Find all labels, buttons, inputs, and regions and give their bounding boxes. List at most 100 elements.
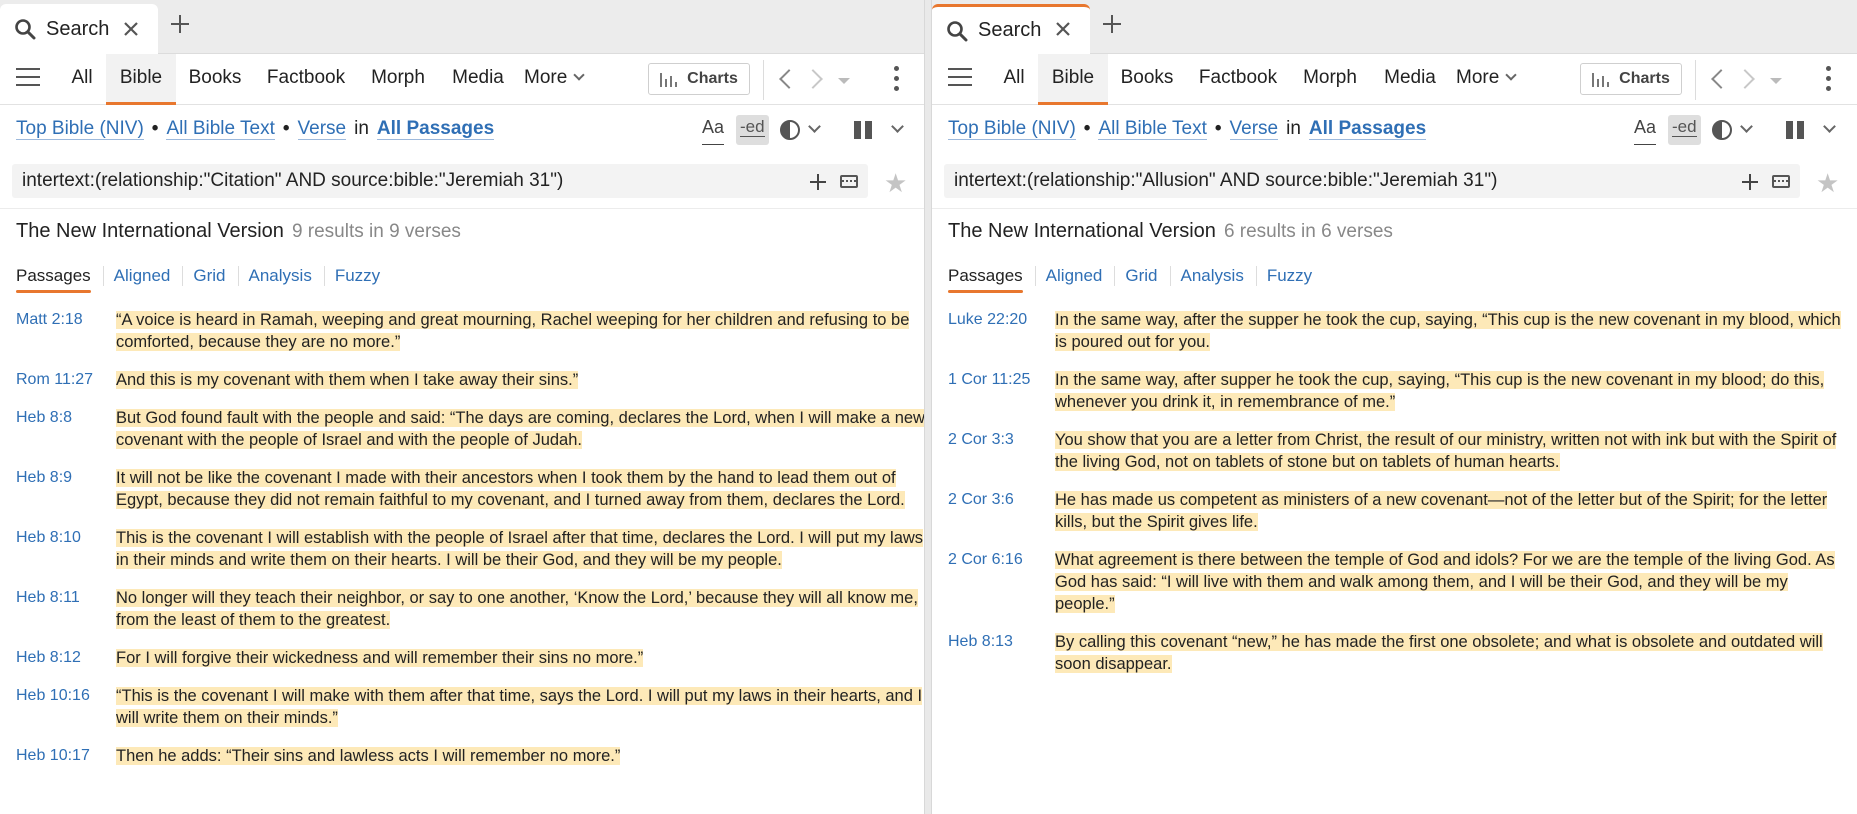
nav-more[interactable]: More [524, 54, 594, 105]
tab-passages[interactable]: Passages [16, 266, 104, 293]
nav-books[interactable]: Books [182, 54, 248, 105]
view-tabs: Passages Aligned Grid Analysis Fuzzy [16, 266, 402, 293]
range-link[interactable]: All Bible Text [166, 118, 275, 140]
nav-factbook[interactable]: Factbook [1194, 54, 1282, 105]
back-arrow-icon[interactable] [1711, 69, 1731, 89]
chevron-down-icon[interactable] [808, 120, 821, 133]
parallel-panes-icon[interactable] [1786, 121, 1804, 139]
passages-link[interactable]: All Passages [376, 118, 495, 140]
search-input[interactable]: intertext:(relationship:"Citation" AND s… [22, 170, 563, 192]
inflections-ed-button[interactable]: -ed [736, 115, 769, 145]
charts-button[interactable]: Charts [1580, 63, 1682, 95]
nav-books[interactable]: Books [1114, 54, 1180, 105]
new-tab-plus-icon[interactable] [170, 14, 198, 42]
in-label: in [1286, 118, 1301, 139]
nav-morph[interactable]: Morph [1296, 54, 1364, 105]
unit-link[interactable]: Verse [297, 118, 347, 140]
verse-ref-link[interactable]: 2 Cor 3:3 [948, 429, 1055, 473]
parallel-panes-icon[interactable] [854, 121, 872, 139]
verse-ref-link[interactable]: Heb 10:17 [16, 745, 116, 767]
results-list: Luke 22:20 In the same way, after the sup… [948, 309, 1845, 691]
charts-button[interactable]: Charts [648, 63, 750, 95]
nav-morph[interactable]: Morph [364, 54, 432, 105]
verse-ref-link[interactable]: Heb 8:8 [16, 407, 116, 451]
nav-more[interactable]: More [1456, 54, 1526, 105]
font-size-aa-button[interactable]: Aa [1634, 115, 1657, 145]
hamburger-icon[interactable] [948, 68, 972, 88]
tab-fuzzy[interactable]: Fuzzy [1267, 266, 1324, 286]
tab-analysis[interactable]: Analysis [1181, 266, 1257, 286]
star-icon[interactable]: ★ [1816, 168, 1839, 199]
close-icon[interactable] [1050, 16, 1076, 42]
tab-aligned[interactable]: Aligned [1046, 266, 1116, 286]
verse-text-content: This is the covenant I will establish wi… [116, 529, 924, 569]
kebab-menu-icon[interactable] [1826, 66, 1832, 92]
keyboard-icon[interactable] [840, 175, 858, 188]
nav-media[interactable]: Media [446, 54, 510, 105]
new-tab-plus-icon[interactable] [1102, 14, 1130, 42]
back-arrow-icon[interactable] [779, 69, 799, 89]
close-icon[interactable] [118, 16, 144, 42]
plus-icon[interactable] [1742, 174, 1758, 190]
star-icon[interactable]: ★ [884, 168, 907, 199]
inflections-ed-button[interactable]: -ed [1668, 115, 1701, 145]
kebab-menu-icon[interactable] [894, 66, 900, 92]
hamburger-icon[interactable] [16, 68, 40, 88]
verse-ref-link[interactable]: Heb 8:13 [948, 631, 1055, 675]
plus-icon[interactable] [810, 174, 826, 190]
search-input-box[interactable]: intertext:(relationship:"Allusion" AND s… [944, 164, 1800, 198]
chevron-down-icon[interactable] [1823, 120, 1836, 133]
chevron-down-icon[interactable] [1740, 120, 1753, 133]
keyboard-icon[interactable] [1772, 175, 1790, 188]
verse-ref-link[interactable]: 2 Cor 3:6 [948, 489, 1055, 533]
tab-search[interactable]: Search [932, 4, 1090, 54]
divider [0, 208, 924, 209]
resource-link[interactable]: Top Bible (NIV) [16, 118, 144, 140]
passages-link[interactable]: All Passages [1308, 118, 1427, 140]
chevron-down-icon[interactable] [891, 120, 904, 133]
tab-grid[interactable]: Grid [1125, 266, 1171, 286]
verse-ref-link[interactable]: Heb 10:16 [16, 685, 116, 729]
nav-media[interactable]: Media [1378, 54, 1442, 105]
verse-ref-link[interactable]: Matt 2:18 [16, 309, 116, 353]
nav-bible[interactable]: Bible [1038, 54, 1108, 105]
tab-fuzzy[interactable]: Fuzzy [335, 266, 392, 286]
tab-analysis[interactable]: Analysis [249, 266, 325, 286]
range-link[interactable]: All Bible Text [1098, 118, 1207, 140]
verse-ref-link[interactable]: Luke 22:20 [948, 309, 1055, 353]
verse-ref-link[interactable]: Heb 8:12 [16, 647, 116, 669]
verse-ref-link[interactable]: 1 Cor 11:25 [948, 369, 1055, 413]
tab-search[interactable]: Search [0, 4, 158, 54]
visual-filter-icon[interactable] [1712, 120, 1732, 140]
verse-ref-link[interactable]: Rom 11:27 [16, 369, 116, 391]
verse-ref-link[interactable]: 2 Cor 6:16 [948, 549, 1055, 615]
forward-arrow-icon[interactable] [1735, 69, 1755, 89]
nav-all[interactable]: All [64, 54, 100, 105]
nav-factbook[interactable]: Factbook [262, 54, 350, 105]
search-input-box[interactable]: intertext:(relationship:"Citation" AND s… [12, 164, 868, 198]
tab-aligned[interactable]: Aligned [114, 266, 184, 286]
visual-filter-icon[interactable] [780, 120, 800, 140]
nav-bible[interactable]: Bible [106, 54, 176, 105]
forward-arrow-icon[interactable] [803, 69, 823, 89]
tab-passages[interactable]: Passages [948, 266, 1036, 293]
verse-ref-link[interactable]: Heb 8:10 [16, 527, 116, 571]
resource-link[interactable]: Top Bible (NIV) [948, 118, 1076, 140]
unit-link[interactable]: Verse [1229, 118, 1279, 140]
verse-ref-link[interactable]: Heb 8:9 [16, 467, 116, 511]
verse-text: Then he adds: “Their sins and lawless ac… [116, 745, 924, 767]
verse-ref-link[interactable]: Heb 8:11 [16, 587, 116, 631]
verse-text: No longer will they teach their neighbor… [116, 587, 924, 631]
search-input[interactable]: intertext:(relationship:"Allusion" AND s… [954, 170, 1497, 192]
nav-more-label: More [1456, 67, 1500, 88]
verse-text-content: You show that you are a letter from Chri… [1055, 431, 1837, 471]
in-label: in [354, 118, 369, 139]
tab-grid[interactable]: Grid [193, 266, 239, 286]
font-size-aa-button[interactable]: Aa [702, 115, 725, 145]
tab-strip: Search [0, 0, 924, 54]
verse-text: It will not be like the covenant I made … [116, 467, 924, 511]
history-dropdown-icon[interactable] [1770, 78, 1782, 84]
nav-all[interactable]: All [996, 54, 1032, 105]
result-row: Luke 22:20 In the same way, after the sup… [948, 309, 1845, 353]
history-dropdown-icon[interactable] [838, 78, 850, 84]
